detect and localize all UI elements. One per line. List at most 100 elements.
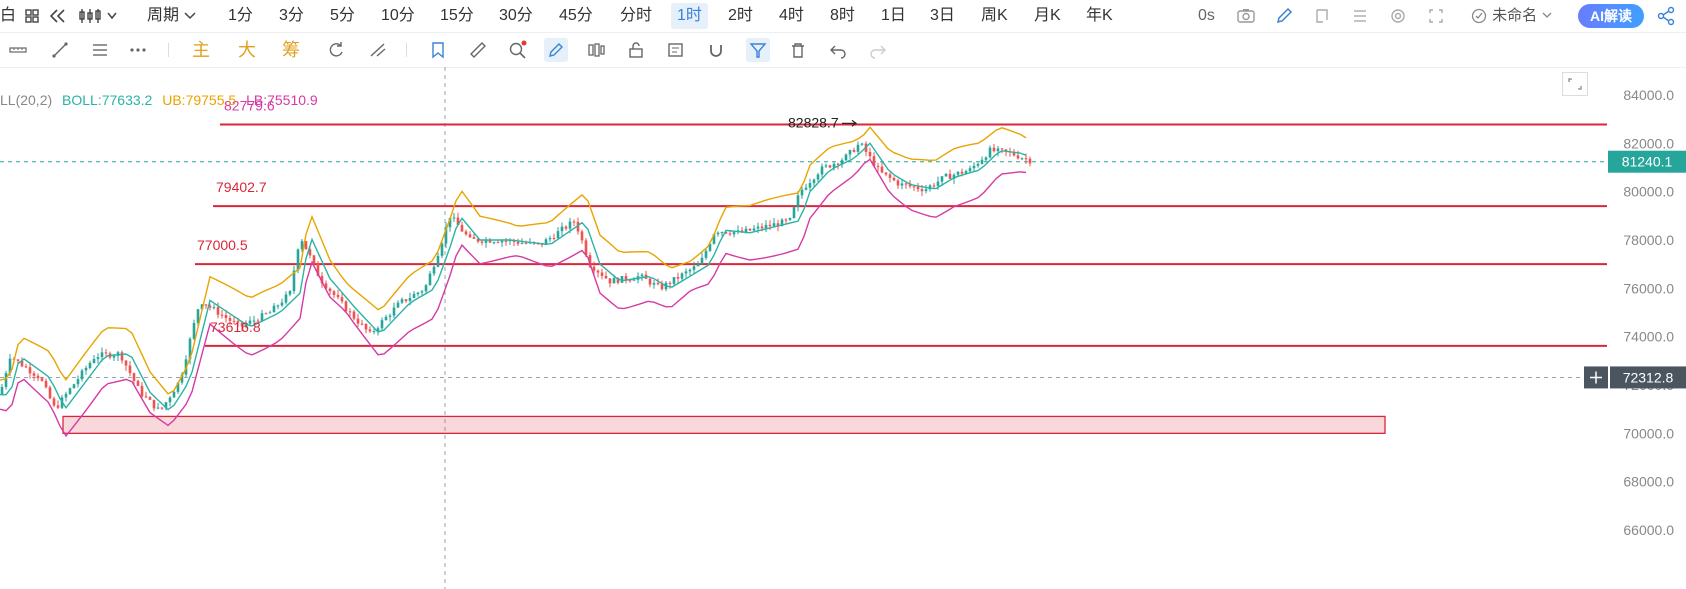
timeframe-3m[interactable]: 3分 (273, 3, 310, 29)
candle-body (788, 218, 792, 220)
fullscreen-icon[interactable] (1426, 0, 1446, 32)
candle-body (40, 378, 44, 381)
share-icon[interactable] (1656, 0, 1676, 32)
timeframe-8h[interactable]: 8时 (824, 3, 861, 29)
indicator-main[interactable]: 主 (192, 38, 210, 62)
candle-body (396, 302, 400, 308)
candle-body (152, 399, 156, 409)
timeframe-year[interactable]: 年K (1080, 3, 1119, 29)
timeframe-2h[interactable]: 2时 (722, 3, 759, 29)
layout-dropdown[interactable]: 未命名 (1470, 0, 1553, 32)
timeframe-3d[interactable]: 3日 (924, 3, 961, 29)
replay-icon[interactable] (1312, 0, 1332, 32)
fib-levels-icon[interactable] (88, 38, 112, 62)
line-tools-icon[interactable] (366, 38, 390, 62)
candle-body (432, 266, 436, 274)
candle-body (632, 279, 636, 281)
candle-body (972, 165, 976, 169)
boll-upper-line (0, 126, 1027, 395)
candle-body (880, 166, 884, 173)
candle-type-icon[interactable] (78, 0, 102, 32)
candle-body (892, 177, 896, 181)
candle-body (48, 387, 52, 399)
candle-body (564, 226, 568, 229)
measure-icon[interactable] (466, 38, 490, 62)
price-annotation: 77000.5 (197, 237, 248, 253)
trend-line-icon[interactable] (48, 38, 72, 62)
candle-body (600, 272, 604, 276)
zoom-icon[interactable] (506, 38, 530, 62)
timeframe-45m[interactable]: 45分 (553, 3, 599, 29)
timeframe-5m[interactable]: 5分 (324, 3, 361, 29)
candle-body (828, 165, 832, 168)
y-axis-tick-label: 76000.0 (1623, 280, 1674, 296)
ai-analysis-button[interactable]: AI解读 (1578, 4, 1644, 28)
candle-body (192, 322, 196, 339)
camera-icon[interactable] (1236, 0, 1256, 32)
candle-body (648, 278, 652, 285)
delete-icon[interactable] (786, 38, 810, 62)
magnet-icon[interactable] (704, 38, 728, 62)
ruler-icon[interactable] (6, 38, 30, 62)
candle-body (640, 274, 644, 277)
more-icon[interactable] (126, 38, 150, 62)
candle-body (500, 240, 504, 243)
candle-body (660, 284, 664, 290)
candle-body (552, 237, 556, 239)
timeframe-time-share[interactable]: 分时 (614, 3, 658, 29)
candle-body (28, 367, 32, 374)
indicator-chips[interactable]: 筹 (282, 38, 300, 62)
pencil-icon[interactable] (1274, 0, 1294, 32)
draw-mode-icon[interactable] (544, 38, 568, 62)
note-icon[interactable] (664, 38, 688, 62)
candle-body (968, 168, 972, 172)
candle-body (64, 393, 68, 398)
candle-body (76, 379, 80, 385)
timeframe-15m[interactable]: 15分 (434, 3, 480, 29)
candle-body (220, 314, 224, 316)
candle-body (704, 250, 708, 258)
candle-body (856, 144, 860, 152)
candle-body (764, 224, 768, 229)
timeframe-1d[interactable]: 1日 (875, 3, 912, 29)
candle-body (896, 180, 900, 186)
timeframe-week[interactable]: 周K (975, 3, 1014, 29)
indicator-big[interactable]: 大 (238, 38, 256, 62)
timeframe-1h[interactable]: 1时 (671, 3, 708, 29)
price-annotation: 79402.7 (216, 179, 267, 195)
settings-gear-icon[interactable] (1388, 0, 1408, 32)
lock-icon[interactable] (624, 38, 648, 62)
list-icon[interactable] (1350, 0, 1370, 32)
candle-body (504, 240, 508, 242)
candle-body (580, 231, 584, 241)
candle-body (112, 355, 116, 358)
candle-body (0, 386, 4, 395)
undo-icon[interactable] (826, 38, 850, 62)
period-dropdown[interactable]: 周期 (147, 0, 197, 32)
bookmark-icon[interactable] (426, 38, 450, 62)
rewind-icon[interactable] (48, 0, 68, 32)
filter-icon[interactable] (746, 38, 770, 62)
chart-expand-icon[interactable] (1562, 72, 1588, 96)
price-chart[interactable]: 84000.0 82000.0 80000.0 78000.0 76000.0 74000… (0, 67, 1686, 589)
candle-body (36, 375, 40, 379)
redo-icon[interactable] (866, 38, 890, 62)
timeframe-30m[interactable]: 30分 (493, 3, 539, 29)
timeframe-1m[interactable]: 1分 (222, 3, 259, 29)
candle-icon[interactable] (584, 38, 608, 62)
candle-body (372, 331, 376, 333)
candle-body (960, 171, 964, 174)
timeframe-10m[interactable]: 10分 (375, 3, 421, 29)
candle-body (344, 301, 348, 312)
refresh-icon[interactable] (324, 38, 348, 62)
symbol-label[interactable]: 白 (0, 0, 16, 32)
grid-icon[interactable] (24, 0, 40, 32)
candle-body (268, 312, 272, 314)
candle-body (352, 311, 356, 319)
chevron-down-icon[interactable] (106, 0, 118, 32)
timeframe-4h[interactable]: 4时 (773, 3, 810, 29)
timeframe-month[interactable]: 月K (1028, 3, 1067, 29)
candle-body (728, 233, 732, 235)
candle-body (380, 320, 384, 329)
divider (406, 43, 407, 57)
